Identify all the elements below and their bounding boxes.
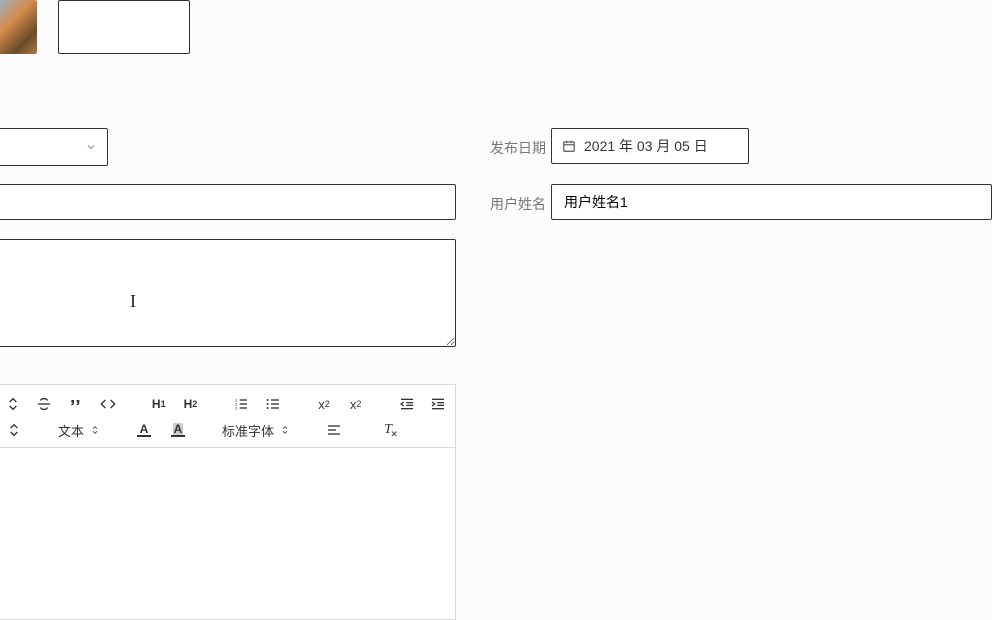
text-color-button[interactable]: A [134,420,154,440]
svg-text:3: 3 [235,405,238,410]
updown-icon[interactable] [4,394,22,414]
ordered-list-button[interactable]: 123 [233,394,251,414]
calendar-icon [562,139,576,153]
outdent-button[interactable] [398,394,416,414]
subscript-button[interactable]: x2 [315,394,333,414]
highlight-color-button[interactable]: A [168,420,188,440]
font-family-label: 文本 [58,421,84,440]
title-input[interactable] [0,184,456,220]
heading1-button[interactable]: H1 [150,394,168,414]
description-textarea[interactable] [0,239,456,347]
publish-date-input[interactable]: 2021 年 03 月 05 日 [551,128,749,164]
updown-small-icon [90,425,100,435]
align-button[interactable] [324,420,344,440]
strikethrough-button[interactable] [36,394,54,414]
category-select[interactable] [0,128,108,166]
font-size-label: 标准字体 [222,421,274,440]
updown-icon-2[interactable] [4,420,24,440]
username-input[interactable] [551,184,992,220]
indent-button[interactable] [429,394,447,414]
heading2-button[interactable]: H2 [182,394,200,414]
unordered-list-button[interactable] [264,394,282,414]
rich-text-editor: H1 H2 123 x2 x2 文本 [0,384,456,620]
chevron-down-icon [85,141,97,153]
username-label: 用户姓名 [490,194,546,214]
thumbnail-image-1[interactable] [0,0,37,54]
thumbnail-empty-slot[interactable] [58,0,190,54]
publish-date-value: 2021 年 03 月 05 日 [584,136,708,156]
code-button[interactable] [99,394,117,414]
editor-content-area[interactable] [0,448,455,618]
superscript-button[interactable]: x2 [347,394,365,414]
text-cursor: I [127,290,139,312]
clear-format-button[interactable]: T✕ [378,420,398,440]
artwork [0,0,37,54]
publish-date-label: 发布日期 [490,138,546,158]
updown-small-icon-2 [280,425,290,435]
font-family-select[interactable]: 文本 [58,421,100,440]
font-size-select[interactable]: 标准字体 [222,421,290,440]
blockquote-button[interactable] [67,394,85,414]
editor-toolbar: H1 H2 123 x2 x2 文本 [0,385,455,448]
